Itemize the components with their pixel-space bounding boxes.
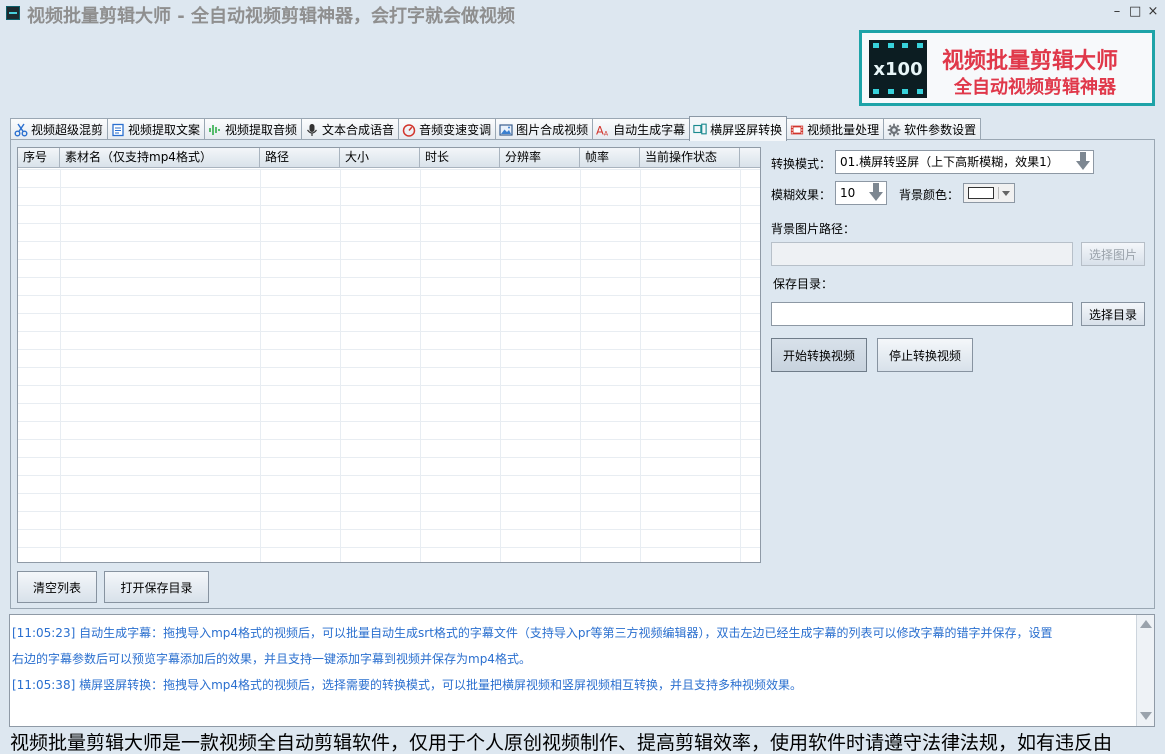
font-icon: AA (596, 123, 610, 137)
notice-marquee: 视频批量剪辑大师是一款视频全自动剪辑软件，仅用于个人原创视频制作、提高剪辑效率，… (0, 728, 1165, 754)
minimize-button[interactable]: – (1111, 4, 1123, 19)
rotate-screen-icon (693, 122, 707, 136)
blur-value: 10 (840, 186, 856, 200)
log-output[interactable]: [11:05:23] 自动生成字幕：拖拽导入mp4格式的视频后，可以批量自动生成… (9, 614, 1155, 727)
color-dropdown-arrow-icon[interactable] (998, 187, 1012, 199)
column-header-fps[interactable]: 帧率 (580, 148, 640, 167)
scissors-icon (14, 123, 28, 137)
window-controls: – □ × (1111, 4, 1159, 19)
select-image-button[interactable]: 选择图片 (1081, 242, 1145, 266)
mode-select[interactable]: 01.横屏转竖屏（上下高斯模糊，效果1） (835, 150, 1094, 174)
tab-label: 文本合成语音 (322, 123, 395, 137)
close-button[interactable]: × (1147, 4, 1159, 19)
column-header-path[interactable]: 路径 (260, 148, 340, 167)
scroll-down-icon[interactable] (1139, 707, 1153, 723)
tab-batch-process[interactable]: 视频批量处理 (786, 118, 885, 140)
column-divider (740, 169, 741, 562)
tab-extract-audio[interactable]: 视频提取音频 (204, 118, 303, 140)
column-header-resolution[interactable]: 分辨率 (500, 148, 580, 167)
mode-value: 01.横屏转竖屏（上下高斯模糊，效果1） (840, 155, 1059, 169)
tab-settings[interactable]: 软件参数设置 (883, 118, 982, 140)
scroll-up-icon[interactable] (1139, 618, 1153, 634)
column-header-index[interactable]: 序号 (18, 148, 60, 167)
stop-convert-button[interactable]: 停止转换视频 (877, 338, 973, 372)
tab-label: 视频批量处理 (807, 123, 880, 137)
maximize-button[interactable]: □ (1129, 4, 1141, 19)
tab-audio-speed[interactable]: 音频变速变调 (398, 118, 497, 140)
logo-title: 视频批量剪辑大师 (942, 49, 1119, 74)
tab-screen-orientation[interactable]: 横屏竖屏转换 (689, 116, 788, 141)
tab-label: 音频变速变调 (419, 123, 492, 137)
blur-label: 模糊效果： (771, 188, 832, 202)
bg-image-path-input[interactable] (771, 242, 1073, 266)
open-save-dir-button[interactable]: 打开保存目录 (104, 571, 209, 603)
column-header-status[interactable]: 当前操作状态 (640, 148, 740, 167)
bg-color-label: 背景颜色： (899, 188, 960, 202)
column-header-size[interactable]: 大小 (340, 148, 420, 167)
logo-subtitle: 全自动视频剪辑神器 (954, 77, 1116, 98)
notice-text: 视频批量剪辑大师是一款视频全自动剪辑软件，仅用于个人原创视频制作、提高剪辑效率，… (10, 732, 1113, 754)
gauge-icon (402, 123, 416, 137)
window-title: 视频批量剪辑大师 - 全自动视频剪辑神器，会打字就会做视频 (27, 6, 516, 27)
table-header: 序号 素材名（仅支持mp4格式） 路径 大小 时长 分辨率 帧率 当前操作状态 (18, 148, 760, 168)
bg-color-picker[interactable] (963, 183, 1015, 203)
tab-label: 视频提取文案 (128, 123, 201, 137)
film-icon (790, 123, 804, 137)
audio-wave-icon (208, 123, 222, 137)
log-scrollbar[interactable] (1136, 615, 1154, 726)
column-divider (260, 169, 261, 562)
file-list-table[interactable]: 序号 素材名（仅支持mp4格式） 路径 大小 时长 分辨率 帧率 当前操作状态 (17, 147, 761, 563)
tab-label: 视频提取音频 (225, 123, 298, 137)
tab-video-mix[interactable]: 视频超级混剪 (10, 118, 109, 140)
title-bar: 视频批量剪辑大师 - 全自动视频剪辑神器，会打字就会做视频 – □ × (0, 0, 1165, 27)
tab-label: 自动生成字幕 (613, 123, 686, 137)
tab-label: 软件参数设置 (904, 123, 977, 137)
film-logo-icon: x100 (869, 40, 927, 98)
color-swatch (968, 187, 994, 199)
tab-label: 视频超级混剪 (31, 123, 104, 137)
start-convert-button[interactable]: 开始转换视频 (771, 338, 867, 372)
blur-select[interactable]: 10 (835, 181, 887, 205)
log-line: [11:05:38] 横屏竖屏转换：拖拽导入mp4格式的视频后，选择需要的转换模… (12, 678, 803, 692)
tab-extract-text[interactable]: 视频提取文案 (107, 118, 206, 140)
tab-auto-subtitle[interactable]: AA 自动生成字幕 (592, 118, 691, 140)
image-icon (499, 123, 513, 137)
mode-dropdown-arrow-icon[interactable] (1074, 151, 1092, 172)
blur-dropdown-arrow-icon[interactable] (867, 182, 885, 203)
brand-logo: x100 视频批量剪辑大师 全自动视频剪辑神器 (859, 30, 1155, 106)
gear-icon (887, 123, 901, 137)
column-divider (640, 169, 641, 562)
column-divider (420, 169, 421, 562)
column-divider (60, 169, 61, 562)
tab-text-to-speech[interactable]: 文本合成语音 (301, 118, 400, 140)
column-header-name[interactable]: 素材名（仅支持mp4格式） (60, 148, 260, 167)
log-line: [11:05:23] 自动生成字幕：拖拽导入mp4格式的视频后，可以批量自动生成… (12, 626, 1053, 640)
tab-label: 横屏竖屏转换 (710, 122, 783, 137)
column-header-duration[interactable]: 时长 (420, 148, 500, 167)
tab-image-to-video[interactable]: 图片合成视频 (495, 118, 594, 140)
column-divider (580, 169, 581, 562)
mode-label: 转换模式： (771, 157, 832, 171)
save-dir-input[interactable] (771, 302, 1073, 326)
log-line: 右边的字幕参数后可以预览字幕添加后的效果，并且支持一键添加字幕到视频并保存为mp… (12, 652, 531, 666)
microphone-icon (305, 123, 319, 137)
tab-label: 图片合成视频 (516, 123, 589, 137)
column-divider (340, 169, 341, 562)
column-divider (500, 169, 501, 562)
svg-text:A: A (596, 123, 604, 137)
clear-list-button[interactable]: 清空列表 (17, 571, 97, 603)
app-icon (6, 6, 20, 20)
select-dir-button[interactable]: 选择目录 (1081, 302, 1145, 326)
logo-badge: x100 (873, 59, 923, 80)
tab-bar: 视频超级混剪 视频提取文案 视频提取音频 文本合成语音 音频变速变调 图片合成视… (10, 116, 982, 141)
table-body (18, 169, 760, 562)
svg-text:A: A (604, 130, 609, 137)
save-dir-label: 保存目录： (773, 277, 834, 291)
document-icon (111, 123, 125, 137)
bg-image-label: 背景图片路径： (771, 222, 856, 236)
